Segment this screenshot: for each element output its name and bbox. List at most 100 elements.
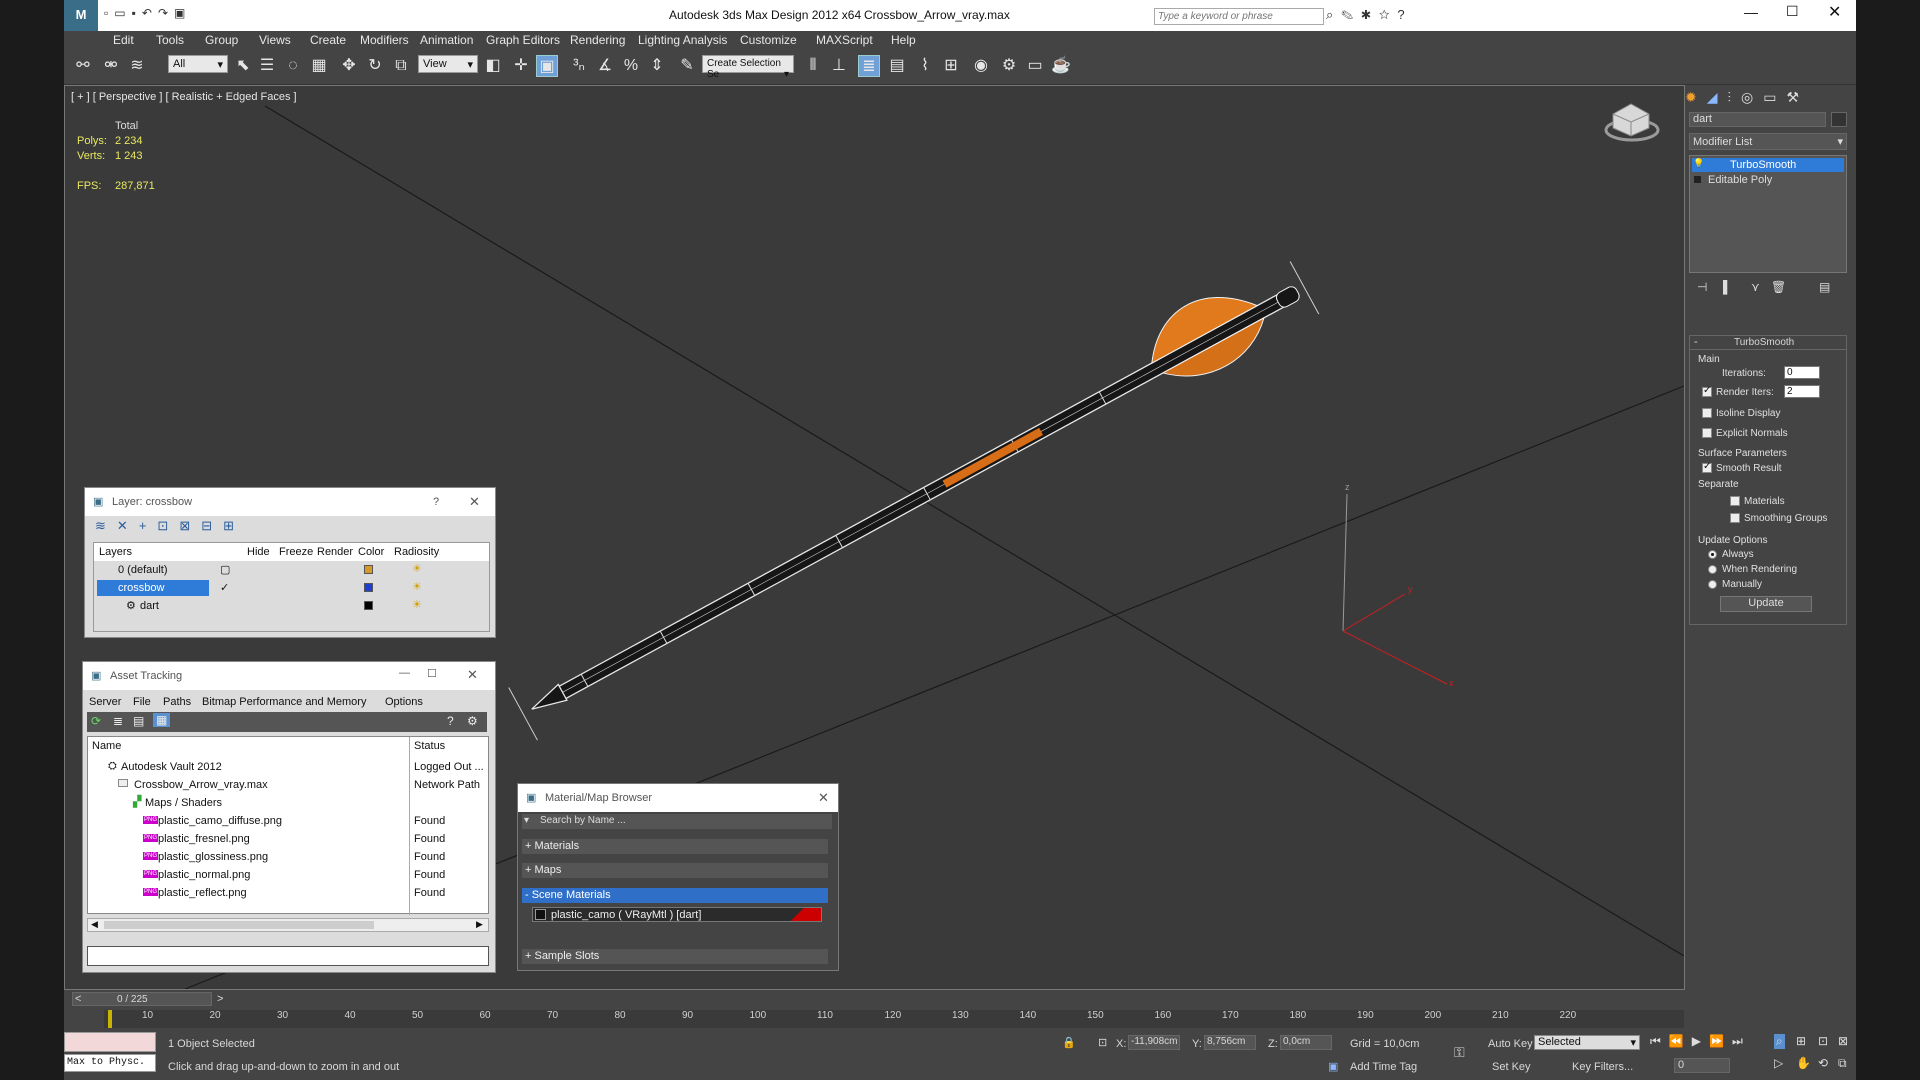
layer-manager-icon[interactable]: ≣	[858, 55, 880, 77]
section-maps[interactable]: + Maps	[522, 863, 828, 878]
menu-animation[interactable]: Animation	[420, 33, 473, 47]
update-button[interactable]: Update	[1720, 596, 1812, 612]
absolute-mode-icon[interactable]: ⊡	[1098, 1036, 1107, 1049]
zoom-icon[interactable]: ⌕	[1774, 1034, 1785, 1049]
window-crossing-icon[interactable]: ▦	[308, 55, 330, 77]
active-layer-check-icon[interactable]: ✓	[220, 581, 229, 594]
add-time-tag-label[interactable]: Add Time Tag	[1350, 1061, 1417, 1073]
time-cursor[interactable]	[108, 1010, 112, 1028]
when-rendering-radio[interactable]	[1708, 565, 1717, 574]
snaps-toggle-icon[interactable]: ³ₙ	[568, 55, 590, 77]
explicit-normals-checkbox[interactable]	[1702, 428, 1712, 438]
minimize-icon[interactable]: —	[1744, 4, 1758, 20]
menu-help[interactable]: Help	[891, 33, 916, 47]
table-row[interactable]: ▞ Maps / Shaders	[88, 795, 488, 813]
utilities-tab-icon[interactable]: ⚒	[1786, 89, 1809, 105]
add-time-tag-icon[interactable]: ▣	[1328, 1060, 1338, 1073]
y-coordinate-field[interactable]: 8,756cm	[1204, 1035, 1256, 1050]
table-row[interactable]: Crossbow_Arrow_vray.max Network Path	[88, 777, 488, 795]
open-icon[interactable]: ▭	[114, 6, 131, 20]
refresh-icon[interactable]: ⟳	[91, 714, 101, 728]
layer-row[interactable]: ⚙ dart ☀	[94, 598, 489, 616]
render-setup-icon[interactable]: ⚙	[998, 55, 1020, 77]
zoom-all-icon[interactable]: ⊞	[1796, 1034, 1806, 1048]
select-object-icon[interactable]: ⬉	[232, 55, 254, 77]
selection-filter-dropdown[interactable]: All ▾	[168, 55, 228, 73]
menu-maxscript[interactable]: MAXScript	[816, 33, 873, 47]
asset-tracking-titlebar[interactable]: ▣ Asset Tracking — ☐ ✕	[83, 662, 495, 690]
col-render[interactable]: Render	[317, 546, 353, 558]
menu-graph-editors[interactable]: Graph Editors	[486, 33, 560, 47]
table-row[interactable]: PNG plastic_camo_diffuse.png Found	[88, 813, 488, 831]
col-color[interactable]: Color	[358, 546, 384, 558]
filter-icon[interactable]: ▾	[524, 815, 529, 826]
search-input[interactable]	[1155, 9, 1320, 24]
table-row[interactable]: PNG plastic_glossiness.png Found	[88, 849, 488, 867]
menu-group[interactable]: Group	[205, 33, 238, 47]
configure-sets-icon[interactable]: ▤	[1819, 280, 1830, 294]
table-row[interactable]: PNG plastic_fresnel.png Found	[88, 831, 488, 849]
key-filters-button[interactable]: Key Filters...	[1572, 1061, 1633, 1073]
new-layer-icon[interactable]: ≋	[95, 518, 117, 533]
col-radiosity[interactable]: Radiosity	[394, 546, 439, 558]
mini-listener-pink[interactable]	[64, 1032, 156, 1052]
search-box[interactable]	[1154, 8, 1324, 25]
render-iters-checkbox[interactable]	[1702, 385, 1712, 397]
align-icon[interactable]: ⊥	[828, 55, 850, 77]
star-icon[interactable]: ☆	[1379, 7, 1398, 22]
redo-icon[interactable]: ↷	[158, 6, 174, 20]
binoculars-icon[interactable]: ⌕	[1326, 7, 1341, 22]
key-mode-dropdown[interactable]: Selected ▾	[1534, 1035, 1640, 1050]
undo-icon[interactable]: ↶	[142, 6, 158, 20]
object-name-field[interactable]: dart	[1689, 112, 1826, 127]
x-coordinate-field[interactable]: -11,908cm	[1128, 1035, 1180, 1050]
menu-server[interactable]: Server	[89, 696, 121, 708]
radiosity-icon[interactable]: ☀	[412, 598, 422, 611]
remove-modifier-icon[interactable]: 🗑	[1771, 280, 1786, 294]
mini-listener-white[interactable]: Max to Physc.	[64, 1054, 156, 1072]
pan-icon[interactable]: ✋	[1796, 1056, 1811, 1070]
grid-view-icon[interactable]: ▦	[153, 713, 171, 727]
help-button[interactable]: ?	[433, 496, 439, 508]
table-row[interactable]: ⛭ Autodesk Vault 2012 Logged Out ...	[88, 759, 488, 777]
close-icon[interactable]: ✕	[1828, 2, 1841, 22]
current-frame-field[interactable]: 0	[1674, 1058, 1730, 1073]
go-to-start-icon[interactable]: ⏮	[1650, 1034, 1669, 1048]
material-browser-titlebar[interactable]: ▣ Material/Map Browser ✕	[518, 784, 838, 812]
viewcube-icon[interactable]	[1604, 103, 1660, 142]
bulb-icon[interactable]: 💡	[1693, 158, 1704, 169]
create-tab-icon[interactable]: ✹	[1685, 89, 1707, 105]
show-end-result-icon[interactable]: ▌	[1723, 280, 1732, 294]
menu-tools[interactable]: Tools	[156, 33, 184, 47]
section-sample-slots[interactable]: + Sample Slots	[522, 949, 828, 964]
col-freeze[interactable]: Freeze	[279, 546, 313, 558]
help-icon[interactable]: ?	[447, 714, 454, 728]
maximize-viewport-icon[interactable]: ⧉	[1838, 1056, 1847, 1071]
isoline-checkbox[interactable]	[1702, 408, 1712, 418]
smooth-result-checkbox[interactable]	[1702, 461, 1712, 473]
table-row[interactable]: PNG plastic_reflect.png Found	[88, 885, 488, 903]
section-materials[interactable]: + Materials	[522, 839, 828, 854]
spinner-snap-icon[interactable]: ⇕	[646, 55, 668, 77]
project-icon[interactable]: ▣	[174, 6, 191, 20]
orbit-icon[interactable]: ⟲	[1818, 1056, 1828, 1070]
scroll-right-icon[interactable]: ▶	[476, 919, 483, 930]
maximize-icon[interactable]: ☐	[427, 667, 437, 680]
play-icon[interactable]: ▶	[1692, 1034, 1709, 1048]
col-name[interactable]: Name	[92, 740, 121, 752]
menu-rendering[interactable]: Rendering	[570, 33, 625, 47]
time-slider[interactable]: < 0 / 225 >	[72, 992, 223, 1006]
list-view-icon[interactable]: ≣	[113, 714, 123, 728]
table-row[interactable]: PNG plastic_normal.png Found	[88, 867, 488, 885]
object-color-swatch[interactable]	[1831, 112, 1847, 127]
selection-region-icon[interactable]: ◌	[282, 55, 304, 77]
render-iters-spinner[interactable]: 2	[1784, 385, 1820, 398]
path-field[interactable]	[87, 946, 489, 966]
field-of-view-icon[interactable]: ▷	[1774, 1056, 1783, 1070]
tools-icon[interactable]: ✎	[1341, 7, 1361, 22]
stack-item-turbosmooth[interactable]: 💡 TurboSmooth	[1692, 158, 1844, 172]
zoom-extents-all-icon[interactable]: ⊠	[1838, 1034, 1848, 1048]
zoom-extents-icon[interactable]: ⊡	[1818, 1034, 1828, 1048]
edit-named-sets-icon[interactable]: ✎	[676, 55, 698, 77]
always-radio[interactable]	[1708, 550, 1717, 559]
